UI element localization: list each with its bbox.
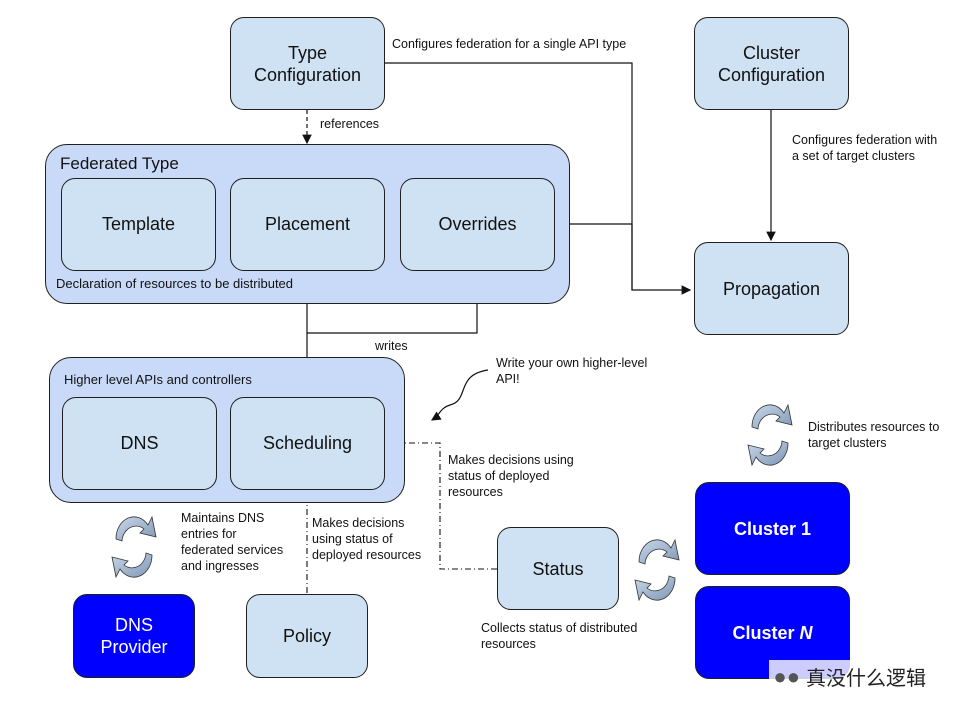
cycle-icon-status	[634, 538, 680, 602]
watermark-text: 真没什么逻辑	[806, 668, 926, 690]
label-configures-api-type: Configures federation for a single API t…	[392, 37, 627, 51]
watermark: ●● 真没什么逻辑	[769, 660, 930, 693]
federation-diagram: Type Configuration Cluster Configuration…	[0, 0, 960, 720]
label-distributes: Distributes resources to target clusters	[808, 420, 940, 450]
type-configuration-node: Type Configuration	[230, 17, 385, 110]
edge-write-your-own	[430, 369, 489, 421]
label-writes: writes	[375, 339, 408, 353]
federated-type-group: Federated Type Template Placement Overri…	[45, 144, 570, 304]
wechat-icon: ●●	[773, 663, 800, 689]
cluster-n-prefix: Cluster	[732, 622, 800, 643]
cycle-icon-propagation	[747, 403, 793, 467]
label-decisions-status-right: Makes decisions using status of deployed…	[448, 453, 574, 499]
federated-type-title: Federated Type	[60, 154, 179, 173]
cluster-n-suffix: N	[799, 622, 813, 643]
edge-federatedtype-propagation	[570, 223, 633, 290]
cluster-1-node: Cluster 1	[695, 482, 850, 575]
cluster-configuration-node: Cluster Configuration	[694, 17, 849, 110]
placement-node: Placement	[230, 178, 385, 271]
dns-node: DNS	[62, 397, 217, 490]
overrides-node: Overrides	[400, 178, 555, 271]
label-configures-clusters: Configures federation with a set of targ…	[792, 133, 938, 163]
status-node: Status	[497, 527, 619, 610]
label-maintains-dns: Maintains DNS entries for federated serv…	[181, 511, 284, 573]
cycle-icon-dns	[111, 515, 157, 579]
higher-level-title: Higher level APIs and controllers	[64, 372, 252, 387]
federated-type-caption: Declaration of resources to be distribut…	[56, 276, 294, 291]
label-write-your-own: Write your own higher-level API!	[496, 356, 648, 386]
higher-level-group: Higher level APIs and controllers DNS Sc…	[49, 357, 405, 503]
label-decisions-status-policy: Makes decisions using status of deployed…	[312, 516, 422, 562]
template-node: Template	[61, 178, 216, 271]
label-collects-status: Collects status of distributed resources	[481, 621, 638, 651]
propagation-node: Propagation	[694, 242, 849, 335]
scheduling-node: Scheduling	[230, 397, 385, 490]
dns-provider-node: DNS Provider	[73, 594, 195, 678]
label-references: references	[320, 117, 380, 131]
policy-node: Policy	[246, 594, 368, 678]
